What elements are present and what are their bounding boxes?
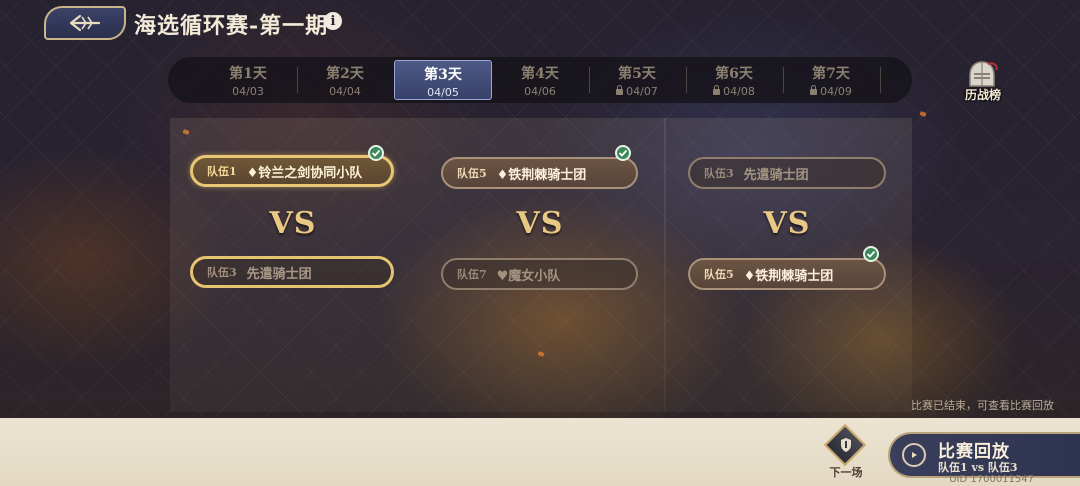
tab-divider <box>880 67 881 93</box>
team-name: ♦铁荆棘骑士团 <box>496 167 587 183</box>
match-1-team-bottom[interactable]: 队伍3 先遣骑士团 <box>190 256 394 288</box>
winner-check-icon <box>368 145 384 161</box>
tab-date: 04/05 <box>427 86 459 99</box>
tab-day-4[interactable]: 第4天 04/06 <box>492 60 588 100</box>
next-match-button[interactable]: 下一场 <box>820 423 872 480</box>
match-1-team-top[interactable]: 队伍1 ♦铃兰之剑协同小队 <box>190 155 394 187</box>
next-match-label: 下一场 <box>829 466 863 479</box>
team-name: ♦铁荆棘骑士团 <box>743 268 834 284</box>
play-icon <box>902 443 926 467</box>
history-ranking-button[interactable]: 历战榜 <box>955 60 1011 104</box>
team-name: ♦铃兰之剑协同小队 <box>246 165 363 181</box>
match-2-team-bottom[interactable]: 队伍7 ♥魔女小队 <box>441 258 638 290</box>
match-2-team-top[interactable]: 队伍5 ♦铁荆棘骑士团 <box>441 157 638 189</box>
winner-check-icon <box>615 145 631 161</box>
tab-date: 04/06 <box>524 85 556 98</box>
tab-label: 第7天 <box>812 66 850 82</box>
lock-icon <box>713 85 721 95</box>
info-icon[interactable]: ⅰ <box>324 12 342 30</box>
vs-label: VS <box>516 206 564 241</box>
tab-label: 第6天 <box>715 66 753 82</box>
match-status-text: 比赛已结束，可查看比赛回放 <box>911 399 1054 412</box>
shield-icon <box>841 438 851 452</box>
replay-subtitle: 队伍1 vs 队伍3 <box>938 461 1018 474</box>
match-3-team-top[interactable]: 队伍3 先遣骑士团 <box>688 157 886 189</box>
winner-check-icon <box>863 246 879 262</box>
team-name: ♥魔女小队 <box>496 268 561 284</box>
day-tab-bar: 第1天 04/03 第2天 04/04 第3天 04/05 第4天 04/06 … <box>168 57 912 103</box>
tab-label: 第5天 <box>618 66 656 82</box>
tab-day-3[interactable]: 第3天 04/05 <box>394 60 492 100</box>
team-tag: 队伍1 <box>207 165 237 178</box>
tab-label: 第1天 <box>229 66 267 82</box>
team-tag: 队伍3 <box>207 266 237 279</box>
vs-label: VS <box>763 206 811 241</box>
tab-day-7[interactable]: 第7天 04/09 <box>783 60 879 100</box>
tab-day-6[interactable]: 第6天 04/08 <box>686 60 782 100</box>
page-title: 海选循环赛-第一期 <box>134 13 329 39</box>
tab-date: 04/08 <box>723 85 755 98</box>
tab-date: 04/03 <box>232 85 264 98</box>
team-name: 先遣骑士团 <box>246 266 312 282</box>
tab-date: 04/04 <box>329 85 361 98</box>
tab-day-1[interactable]: 第1天 04/03 <box>200 60 296 100</box>
tab-label: 第3天 <box>424 67 462 83</box>
back-arrow-icon <box>69 14 101 32</box>
tab-label: 第2天 <box>326 66 364 82</box>
match-3-team-bottom[interactable]: 队伍5 ♦铁荆棘骑士团 <box>688 258 886 290</box>
tab-label: 第4天 <box>521 66 559 82</box>
lock-icon <box>810 85 818 95</box>
back-button[interactable] <box>44 6 126 40</box>
history-label: 历战榜 <box>964 88 1001 102</box>
tab-date: 04/07 <box>626 85 658 98</box>
tab-day-5[interactable]: 第5天 04/07 <box>589 60 685 100</box>
team-tag: 队伍3 <box>704 167 734 180</box>
tab-day-2[interactable]: 第2天 04/04 <box>297 60 393 100</box>
replay-button[interactable]: 比赛回放 队伍1 vs 队伍3 <box>888 432 1080 478</box>
team-tag: 队伍7 <box>457 268 487 281</box>
vs-label: VS <box>269 206 317 241</box>
lock-icon <box>616 85 624 95</box>
tab-date: 04/09 <box>820 85 852 98</box>
user-uid: UID 1700011547 <box>949 474 1034 485</box>
team-name: 先遣骑士团 <box>743 167 809 183</box>
team-tag: 队伍5 <box>704 268 734 281</box>
team-tag: 队伍5 <box>457 167 487 180</box>
